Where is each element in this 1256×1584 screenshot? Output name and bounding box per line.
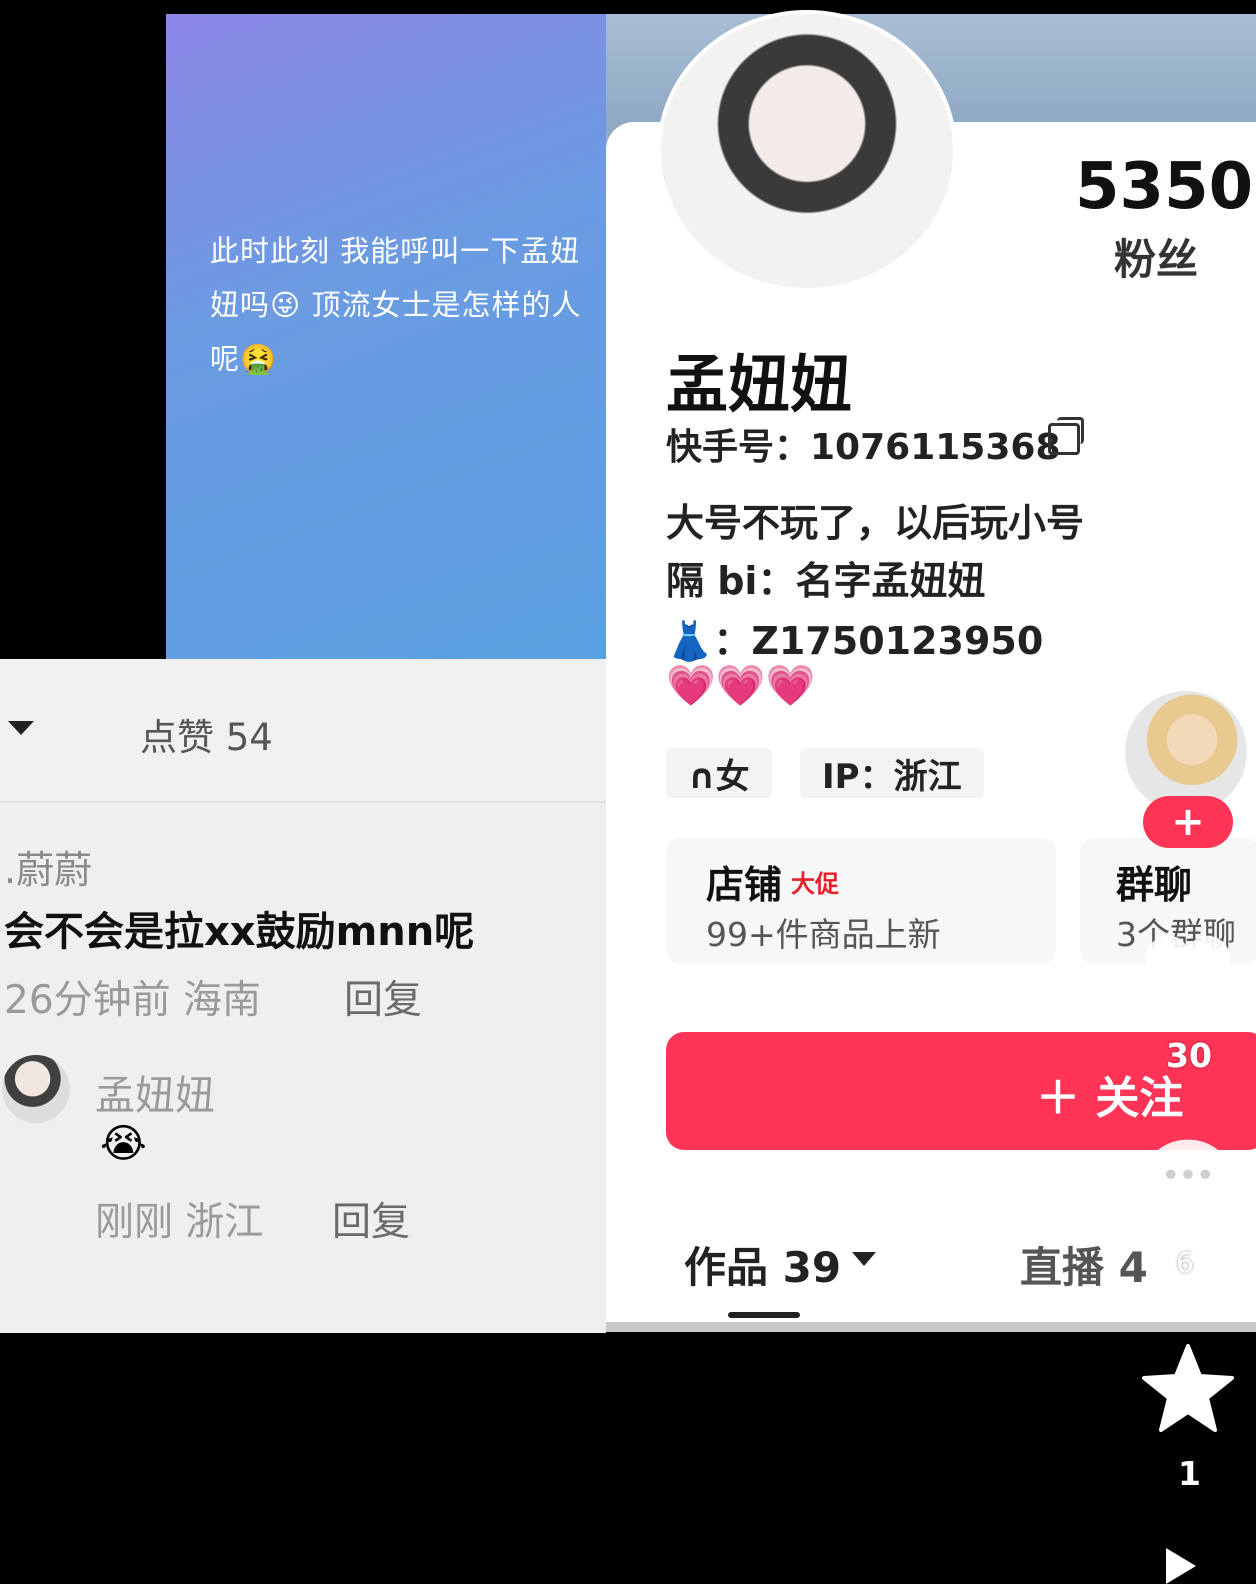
comment-icon[interactable] — [1140, 1132, 1236, 1228]
avatar[interactable] — [2, 1055, 70, 1123]
promo-badge: 大促 — [791, 870, 839, 898]
store-title: 店铺 — [706, 863, 783, 907]
comments-panel: 点赞 54 .蔚蔚 会不会是拉xx鼓励mnn呢 26分钟前 海南 回复 孟妞妞 … — [0, 659, 606, 1333]
content-grid-edge — [606, 1322, 1256, 1332]
follow-label: ＋ 关注 — [1036, 1073, 1184, 1124]
likes-count: 点赞 54 — [140, 716, 273, 759]
star-icon[interactable] — [1138, 1340, 1238, 1440]
likes-bar: 点赞 54 — [0, 659, 606, 803]
copy-icon[interactable] — [1048, 417, 1084, 455]
bio-line: 大号不玩了，以后玩小号 — [666, 501, 1085, 545]
reply-username[interactable]: 孟妞妞 — [95, 1063, 215, 1121]
group-chat-title: 群聊 — [1116, 863, 1193, 907]
comment-count: 6 — [1176, 1246, 1194, 1279]
comment-username[interactable]: .蔚蔚 — [4, 839, 92, 894]
tab-works[interactable]: 作品 39 — [684, 1234, 841, 1295]
fans-label[interactable]: 粉丝 — [1114, 226, 1198, 287]
favorite-count: 1 — [1178, 1454, 1201, 1493]
reply-text: 😭 — [100, 1121, 147, 1167]
like-count: 30 — [1166, 1036, 1212, 1075]
active-tab-indicator — [728, 1312, 800, 1318]
comment-text: 会不会是拉xx鼓励mnn呢 — [4, 909, 475, 955]
reply-meta: 刚刚 浙江 — [95, 1200, 264, 1245]
profile-name: 孟妞妞 — [666, 348, 853, 421]
chevron-down-icon[interactable] — [852, 1252, 876, 1266]
bio-line: 💗💗💗 — [666, 663, 816, 709]
bio-line: 👗：Z1750123950 — [666, 619, 1044, 663]
comment-reply-button[interactable]: 回复 — [344, 969, 422, 1025]
ip-tag: IP：浙江 — [800, 748, 984, 798]
share-icon[interactable] — [1166, 1548, 1196, 1584]
gender-tag: ∩女 — [666, 748, 772, 798]
collapse-icon[interactable] — [8, 721, 34, 735]
comment-meta: 26分钟前 海南 — [4, 978, 262, 1023]
kuaishou-id: 快手号：1076115368 — [666, 427, 1061, 468]
bio-line: 隔 bi：名字孟妞妞 — [666, 559, 986, 603]
post-card: 此时此刻 我能呼叫一下孟妞 妞吗😜 顶流女士是怎样的人 呢🤮 — [166, 14, 606, 659]
profile-avatar[interactable] — [657, 10, 957, 292]
store-subtitle: 99+件商品上新 — [706, 915, 941, 954]
tab-live[interactable]: 直播 4 — [1020, 1234, 1148, 1295]
heart-icon[interactable] — [1140, 930, 1236, 1026]
reply-reply-button[interactable]: 回复 — [332, 1191, 410, 1247]
fans-count[interactable]: 5350 — [1075, 150, 1253, 224]
post-text: 此时此刻 我能呼叫一下孟妞 妞吗😜 顶流女士是怎样的人 呢🤮 — [210, 234, 582, 376]
store-card[interactable]: 店铺 大促 99+件商品上新 — [666, 838, 1056, 964]
creator-follow-button[interactable]: + — [1143, 796, 1233, 848]
